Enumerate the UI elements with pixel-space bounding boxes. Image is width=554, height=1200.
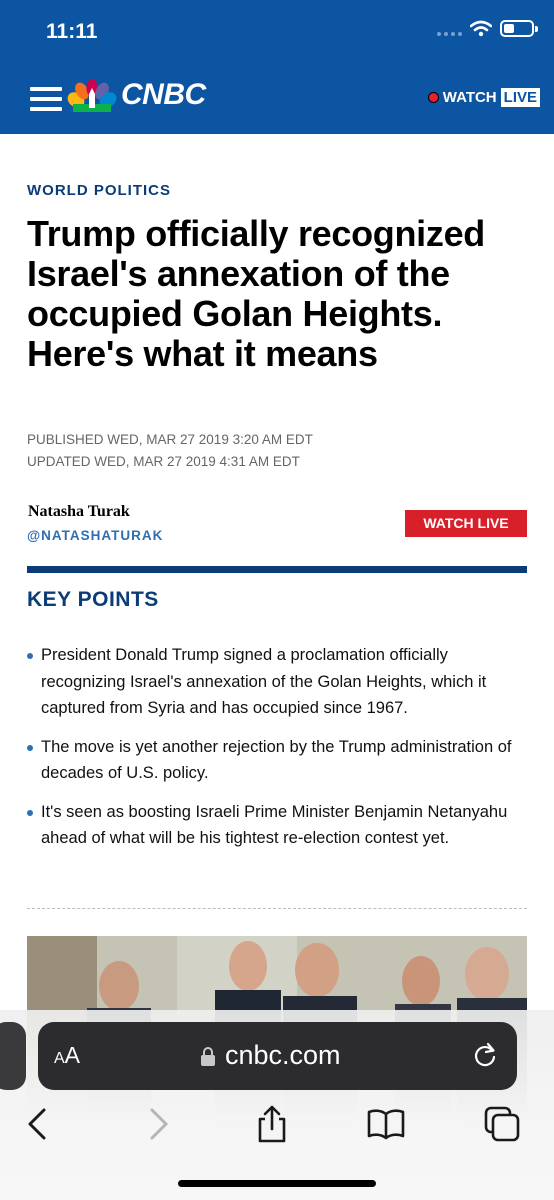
article-headline: Trump officially recognized Israel's ann… bbox=[27, 213, 485, 374]
lock-icon bbox=[201, 1046, 215, 1066]
bookmarks-icon[interactable] bbox=[366, 1104, 406, 1144]
watch-label: WATCH bbox=[442, 89, 497, 106]
signal-icon bbox=[437, 22, 462, 36]
watch-live-header-button[interactable]: WATCH LIVE bbox=[427, 88, 540, 107]
url-text: cnbc.com bbox=[225, 1040, 341, 1070]
section-divider bbox=[27, 908, 527, 909]
url-display[interactable]: cnbc.com bbox=[200, 1040, 341, 1071]
reload-icon[interactable] bbox=[470, 1040, 500, 1070]
text-size-button[interactable]: AA bbox=[54, 1042, 80, 1069]
text-size-small-glyph: A bbox=[54, 1050, 65, 1067]
status-time: 11:11 bbox=[46, 20, 98, 43]
watch-live-button[interactable]: WATCH LIVE bbox=[405, 510, 527, 537]
cnbc-logo[interactable]: CNBC bbox=[67, 78, 206, 112]
live-badge: LIVE bbox=[500, 88, 540, 107]
share-icon[interactable] bbox=[252, 1104, 292, 1144]
article-category[interactable]: WORLD POLITICS bbox=[27, 182, 171, 199]
home-indicator[interactable] bbox=[178, 1180, 376, 1187]
key-point-item: President Donald Trump signed a proclama… bbox=[27, 642, 532, 722]
key-points-rule bbox=[27, 566, 527, 573]
tabs-icon[interactable] bbox=[482, 1104, 522, 1144]
key-point-item: The move is yet another rejection by the… bbox=[27, 734, 532, 787]
author-handle[interactable]: @NATASHATURAK bbox=[27, 528, 163, 543]
battery-icon bbox=[500, 20, 538, 37]
peacock-logo-icon bbox=[67, 79, 117, 112]
updated-timestamp: UPDATED WED, MAR 27 2019 4:31 AM EDT bbox=[27, 454, 300, 469]
live-dot-icon bbox=[427, 92, 439, 103]
author-name[interactable]: Natasha Turak bbox=[28, 503, 130, 521]
key-points-list: President Donald Trump signed a proclama… bbox=[27, 642, 532, 864]
key-points-title: KEY POINTS bbox=[27, 588, 159, 611]
forward-icon[interactable] bbox=[138, 1104, 178, 1144]
site-header: 11:11 CNBC WATCH LIVE bbox=[0, 0, 554, 134]
published-timestamp: PUBLISHED WED, MAR 27 2019 3:20 AM EDT bbox=[27, 432, 313, 447]
menu-icon[interactable] bbox=[30, 87, 62, 111]
status-indicators bbox=[437, 20, 538, 37]
back-icon[interactable] bbox=[18, 1104, 58, 1144]
text-size-large-glyph: A bbox=[64, 1042, 81, 1068]
key-point-item: It's seen as boosting Israeli Prime Mini… bbox=[27, 799, 532, 852]
previous-tab-preview[interactable] bbox=[0, 1022, 26, 1090]
wifi-icon bbox=[470, 20, 492, 37]
brand-wordmark: CNBC bbox=[121, 78, 206, 111]
